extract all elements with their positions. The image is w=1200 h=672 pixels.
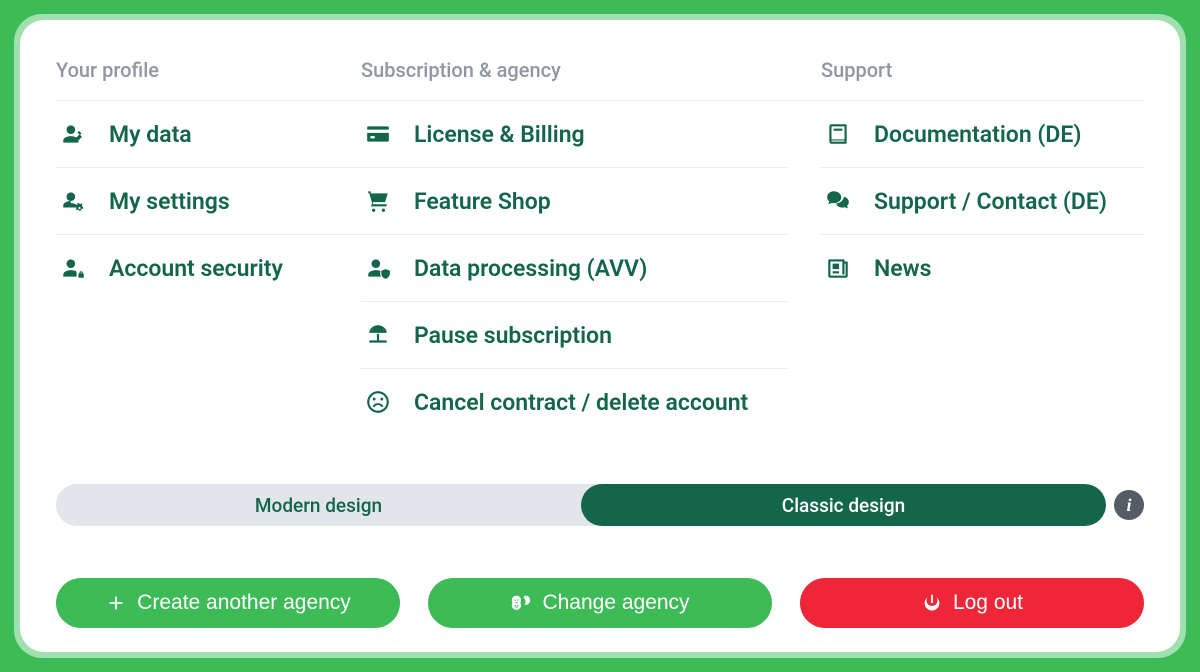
- action-buttons: Create another agency Change agency Log …: [56, 578, 1144, 628]
- logout-button[interactable]: Log out: [800, 578, 1144, 628]
- settings-card: Your profile My data My settings: [20, 20, 1180, 652]
- info-icon[interactable]: i: [1114, 490, 1144, 520]
- license-billing-item[interactable]: License & Billing: [361, 101, 787, 168]
- power-icon: [921, 592, 943, 614]
- create-agency-button[interactable]: Create another agency: [56, 578, 400, 628]
- documentation-label: Documentation (DE): [874, 121, 1081, 148]
- support-column: Support Documentation (DE) Support / Con…: [821, 50, 1144, 474]
- documentation-item[interactable]: Documentation (DE): [821, 101, 1144, 168]
- create-agency-label: Create another agency: [137, 591, 351, 615]
- news-item[interactable]: News: [821, 235, 1144, 301]
- plus-icon: [105, 592, 127, 614]
- change-agency-label: Change agency: [542, 591, 689, 615]
- profile-column: Your profile My data My settings: [56, 50, 361, 474]
- design-toggle[interactable]: Modern design Classic design: [56, 484, 1106, 526]
- cart-icon: [364, 187, 392, 215]
- cancel-contract-item[interactable]: Cancel contract / delete account: [361, 369, 787, 435]
- news-label: News: [874, 255, 931, 282]
- credit-card-icon: [364, 120, 392, 148]
- user-shield-icon: [364, 254, 392, 282]
- subscription-heading: Subscription & agency: [361, 50, 821, 101]
- modern-design-option[interactable]: Modern design: [56, 484, 581, 526]
- cancel-contract-label: Cancel contract / delete account: [414, 389, 748, 416]
- feature-shop-label: Feature Shop: [414, 188, 551, 215]
- umbrella-beach-icon: [364, 321, 392, 349]
- card-outer: Your profile My data My settings: [14, 14, 1186, 658]
- newspaper-icon: [824, 254, 852, 282]
- masks-icon: [510, 592, 532, 614]
- sad-face-icon: [364, 388, 392, 416]
- book-icon: [824, 120, 852, 148]
- my-data-label: My data: [109, 121, 192, 148]
- pause-subscription-item[interactable]: Pause subscription: [361, 302, 787, 369]
- classic-design-option[interactable]: Classic design: [581, 484, 1106, 526]
- data-processing-label: Data processing (AVV): [414, 255, 647, 282]
- user-lock-icon: [59, 254, 87, 282]
- columns-container: Your profile My data My settings: [56, 50, 1144, 474]
- change-agency-button[interactable]: Change agency: [428, 578, 772, 628]
- data-processing-item[interactable]: Data processing (AVV): [361, 235, 787, 302]
- support-contact-label: Support / Contact (DE): [874, 188, 1107, 215]
- pause-subscription-label: Pause subscription: [414, 322, 612, 349]
- license-billing-label: License & Billing: [414, 121, 585, 148]
- my-settings-label: My settings: [109, 188, 230, 215]
- feature-shop-item[interactable]: Feature Shop: [361, 168, 787, 235]
- subscription-column: Subscription & agency License & Billing …: [361, 50, 821, 474]
- logout-label: Log out: [953, 591, 1023, 615]
- my-data-item[interactable]: My data: [56, 101, 361, 168]
- user-gear-icon: [59, 187, 87, 215]
- chat-bubbles-icon: [824, 187, 852, 215]
- user-edit-icon: [59, 120, 87, 148]
- profile-heading: Your profile: [56, 50, 361, 101]
- support-contact-item[interactable]: Support / Contact (DE): [821, 168, 1144, 235]
- account-security-label: Account security: [109, 255, 283, 282]
- design-toggle-row: Modern design Classic design i: [56, 484, 1144, 526]
- my-settings-item[interactable]: My settings: [56, 168, 361, 235]
- support-heading: Support: [821, 50, 1144, 101]
- account-security-item[interactable]: Account security: [56, 235, 361, 301]
